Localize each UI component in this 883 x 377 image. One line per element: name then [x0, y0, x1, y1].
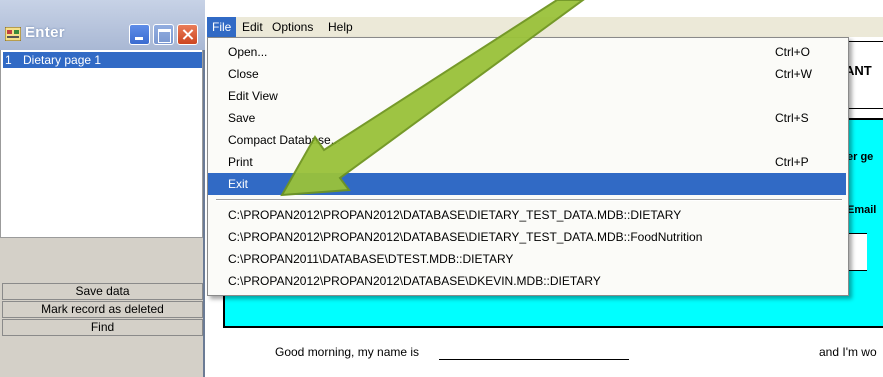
recent-file-item[interactable]: C:\PROPAN2012\PROPAN2012\DATABASE\DIETAR…: [208, 226, 846, 248]
recent-file-path: C:\PROPAN2011\DATABASE\DTEST.MDB::DIETAR…: [228, 252, 514, 266]
name-blank-line: [439, 359, 629, 360]
record-name: Dietary page 1: [23, 53, 102, 67]
close-button[interactable]: [177, 24, 198, 45]
main-window: File Edit Options Help ANT er ge Email G…: [207, 0, 883, 377]
menu-item-exit[interactable]: Exit: [208, 173, 846, 195]
form-label: er ge: [847, 151, 874, 163]
file-menu-dropdown: Open... Ctrl+O Close Ctrl+W Edit View Sa…: [207, 37, 849, 296]
menu-help[interactable]: Help: [323, 17, 358, 37]
enter-title-bar[interactable]: Enter: [0, 0, 205, 50]
menu-file[interactable]: File: [207, 17, 237, 37]
recent-file-item[interactable]: C:\PROPAN2012\PROPAN2012\DATABASE\DIETAR…: [208, 204, 846, 226]
recent-file-path: C:\PROPAN2012\PROPAN2012\DATABASE\DIETAR…: [228, 208, 682, 222]
menu-item-label: Edit View: [228, 89, 278, 103]
save-data-button[interactable]: Save data: [2, 283, 203, 300]
menu-item-label: Open...: [228, 45, 268, 59]
menu-item-shortcut: Ctrl+W: [775, 67, 812, 81]
maximize-button[interactable]: [153, 24, 174, 45]
mark-deleted-button[interactable]: Mark record as deleted: [2, 301, 203, 318]
list-item[interactable]: 1 Dietary page 1: [3, 52, 202, 68]
app-icon: [5, 27, 21, 41]
menu-item-label: Compact Database...: [228, 133, 341, 147]
form-label-email: Email: [847, 204, 877, 216]
greeting-text-end: and I'm wo: [819, 345, 877, 359]
recent-file-path: C:\PROPAN2012\PROPAN2012\DATABASE\DIETAR…: [228, 230, 703, 244]
menu-options[interactable]: Options: [267, 17, 318, 37]
menu-item-shortcut: Ctrl+O: [775, 45, 811, 59]
menu-item-label: Exit: [228, 177, 249, 191]
recent-file-item[interactable]: C:\PROPAN2011\DATABASE\DTEST.MDB::DIETAR…: [208, 248, 846, 270]
menu-edit[interactable]: Edit: [237, 17, 268, 37]
minimize-button[interactable]: [129, 24, 150, 45]
menu-item-save[interactable]: Save Ctrl+S: [208, 107, 846, 129]
menu-bar: File Edit Options Help: [207, 17, 883, 37]
menu-item-compact-database[interactable]: Compact Database...: [208, 129, 846, 151]
menu-item-edit-view[interactable]: Edit View: [208, 85, 846, 107]
menu-item-label: Close: [228, 67, 259, 81]
find-button[interactable]: Find: [2, 319, 203, 336]
record-number: 1: [5, 53, 12, 67]
menu-item-label: Save: [228, 111, 256, 125]
menu-item-print[interactable]: Print Ctrl+P: [208, 151, 846, 173]
menu-item-shortcut: Ctrl+S: [775, 111, 809, 125]
recent-file-path: C:\PROPAN2012\PROPAN2012\DATABASE\DKEVIN…: [228, 274, 601, 288]
menu-item-open[interactable]: Open... Ctrl+O: [208, 41, 846, 63]
recent-file-item[interactable]: C:\PROPAN2012\PROPAN2012\DATABASE\DKEVIN…: [208, 270, 846, 292]
menu-item-close[interactable]: Close Ctrl+W: [208, 63, 846, 85]
menu-item-label: Print: [228, 155, 253, 169]
enter-window: Enter 1 Dietary page 1 Save data Mark re…: [0, 0, 205, 377]
menu-item-shortcut: Ctrl+P: [775, 155, 809, 169]
window-title: Enter: [25, 24, 65, 41]
greeting-text: Good morning, my name is: [275, 345, 420, 359]
menu-separator: [216, 199, 842, 201]
record-list[interactable]: 1 Dietary page 1: [0, 50, 203, 238]
form-header-text: ANT: [845, 63, 872, 78]
